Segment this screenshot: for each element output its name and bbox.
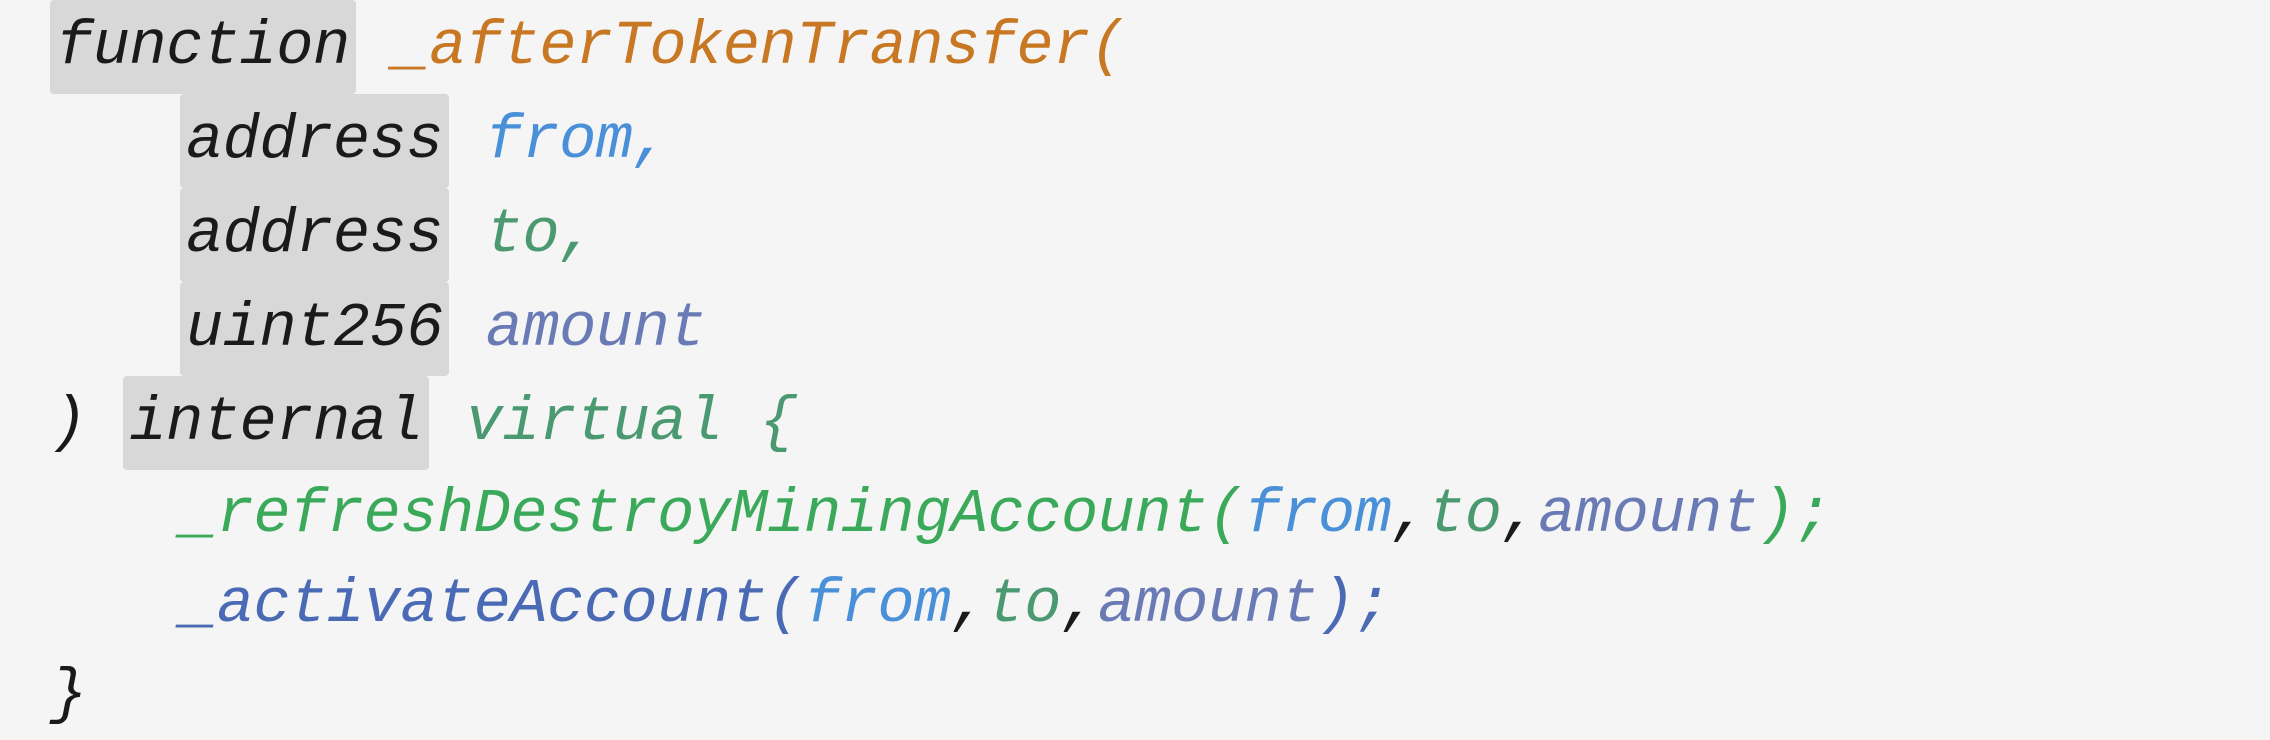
fn-activate-close: ); [1318,560,1391,650]
line-4: uint256 amount [50,282,2220,376]
fn-refresh-close: ); [1758,470,1831,560]
code-block: function _afterTokenTransfer( address fr… [50,0,2220,739]
keyword-virtual: virtual { [466,378,796,468]
arg-to-1: to [1428,470,1501,560]
line-8: } [50,650,2220,740]
keyword-address-1: address [186,105,443,176]
param-to: to, [486,190,596,280]
param-from: from, [486,96,670,186]
line-6: _refreshDestroyMiningAccount(from,to,amo… [50,470,2220,560]
keyword-function: function [56,11,350,82]
arg-from-2: from [804,560,951,650]
line-1: function _afterTokenTransfer( [50,0,2220,94]
param-amount: amount [486,284,706,374]
function-name: _afterTokenTransfer( [356,2,1127,92]
keyword-address-2: address [186,199,443,270]
arg-amount-2: amount [1098,560,1318,650]
line-5: ) internal virtual { [50,376,2220,470]
line-2: address from, [50,94,2220,188]
line-7: _activateAccount(from,to,amount); [50,560,2220,650]
fn-refresh-destroy: _refreshDestroyMiningAccount( [180,470,1244,560]
arg-to-2: to [988,560,1061,650]
arg-amount-1: amount [1538,470,1758,560]
code-container: function _afterTokenTransfer( address fr… [0,0,2270,740]
close-paren: ) [50,378,123,468]
closing-brace: } [50,650,87,740]
fn-activate: _activateAccount( [180,560,804,650]
line-3: address to, [50,188,2220,282]
keyword-uint256: uint256 [186,293,443,364]
arg-from-1: from [1244,470,1391,560]
keyword-internal: internal [129,387,423,458]
